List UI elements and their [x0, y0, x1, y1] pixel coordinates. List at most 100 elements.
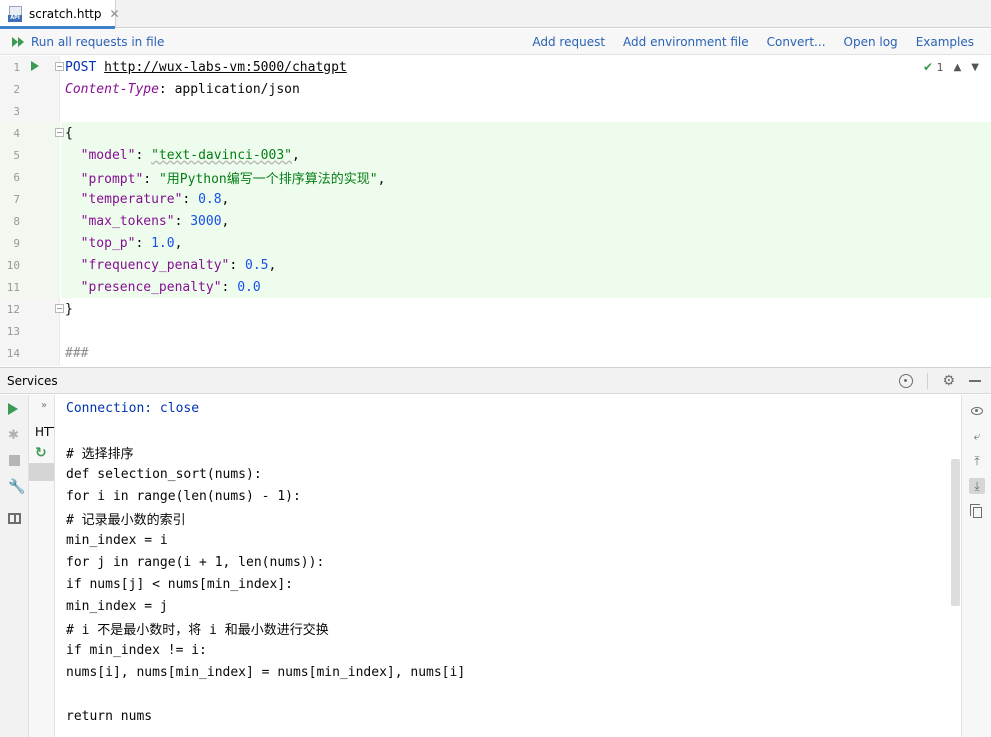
output-line: return nums — [66, 708, 153, 724]
output-line: Connection: close — [66, 400, 200, 416]
view-options-button[interactable] — [969, 403, 985, 419]
run-button[interactable] — [8, 403, 22, 417]
json-key: "frequency_penalty" — [80, 257, 230, 273]
toolbar-actions: Add request Add environment file Convert… — [532, 35, 991, 49]
code-line: 6 "prompt": "用Python编写一个排序算法的实现", — [0, 166, 991, 188]
open-brace: { — [65, 125, 73, 141]
line-number: 2 — [13, 82, 20, 96]
line-number: 14 — [6, 346, 20, 360]
layout-button[interactable] — [8, 513, 22, 527]
rerun-icon[interactable]: ↻ — [35, 445, 47, 461]
tree-item-http[interactable]: HTT — [35, 425, 54, 439]
json-key: "presence_penalty" — [80, 279, 222, 295]
line-number: 9 — [13, 236, 20, 250]
convert-link[interactable]: Convert... — [767, 35, 826, 49]
add-request-link[interactable]: Add request — [532, 35, 605, 49]
line-number: 6 — [13, 170, 20, 184]
copy-button[interactable] — [969, 503, 985, 520]
code-line: 3 — [0, 100, 991, 122]
json-key: "prompt" — [80, 171, 144, 187]
output-line: nums[i], nums[min_index] = nums[min_inde… — [66, 664, 466, 680]
code-line: 11 "presence_penalty": 0.0 — [0, 276, 991, 298]
json-value: 1.0 — [151, 235, 175, 251]
stop-button[interactable] — [8, 454, 22, 468]
output-line: for j in range(i + 1, len(nums)): — [66, 554, 325, 570]
divider — [927, 372, 929, 389]
output-line: for i in range(len(nums) - 1): — [66, 488, 301, 504]
json-value: 0.8 — [198, 191, 222, 207]
tab-scratch-http[interactable]: API scratch.http ✕ — [0, 0, 120, 29]
json-value: "用Python编写一个排序算法的实现" — [158, 171, 378, 187]
scroll-to-top-button[interactable]: ⤒ — [969, 453, 985, 469]
code-line: 10 "frequency_penalty": 0.5, — [0, 254, 991, 276]
gear-icon[interactable]: ⚙ — [942, 374, 955, 388]
json-key: "model" — [80, 147, 136, 163]
response-output[interactable]: Connection: close # 选择排序 def selection_s… — [55, 395, 961, 737]
line-number: 4 — [13, 126, 20, 140]
output-line: # 记录最小数的索引 — [66, 512, 186, 528]
inspection-count: 1 — [936, 61, 944, 74]
json-key: "max_tokens" — [80, 213, 175, 229]
inspection-widget[interactable]: ✔ 1 ▲ ▼ — [923, 60, 979, 74]
wrap-icon: ⤶ — [973, 428, 981, 443]
fold-icon[interactable] — [55, 128, 64, 137]
add-environment-file-link[interactable]: Add environment file — [623, 35, 749, 49]
request-method: POST — [65, 59, 97, 75]
tree-selection[interactable] — [29, 463, 54, 481]
services-panel-header: Services ⚙ — [0, 367, 991, 394]
code-editor[interactable]: 1 POST http://wux-labs-vm:5000/chatgpt 2… — [0, 56, 991, 366]
chevron-right-icon[interactable]: » — [41, 400, 47, 411]
scroll-to-end-button[interactable]: ⤓ — [969, 478, 985, 494]
request-url[interactable]: http://wux-labs-vm:5000/chatgpt — [104, 60, 347, 75]
wrench-icon[interactable]: 🔧 — [8, 479, 25, 495]
json-value: 0.5 — [245, 257, 269, 273]
run-request-icon[interactable] — [31, 61, 39, 71]
json-value: "text-davinci-003" — [151, 147, 292, 163]
output-line: def selection_sort(nums): — [66, 466, 262, 482]
code-line: 8 "max_tokens": 3000, — [0, 210, 991, 232]
code-line: 5 "model": "text-davinci-003", — [0, 144, 991, 166]
run-all-icon — [12, 36, 26, 48]
output-line: # i 不是最小数时，将 i 和最小数进行交换 — [66, 622, 329, 638]
soft-wrap-button[interactable]: ⤶ — [969, 428, 985, 444]
run-all-label: Run all requests in file — [31, 34, 165, 49]
copy-icon — [969, 503, 982, 518]
output-line: # 选择排序 — [66, 446, 134, 462]
services-tree: » HTT ↻ — [29, 395, 55, 737]
examples-link[interactable]: Examples — [916, 35, 974, 49]
debug-icon[interactable]: ✱ — [8, 428, 22, 443]
output-line: min_index = j — [66, 598, 168, 614]
code-line: 7 "temperature": 0.8, — [0, 188, 991, 210]
run-all-requests-button[interactable]: Run all requests in file — [12, 35, 164, 49]
scroll-end-icon: ⤓ — [974, 478, 980, 493]
line-number: 8 — [13, 214, 20, 228]
close-icon[interactable]: ✕ — [110, 7, 120, 21]
play-icon — [8, 403, 18, 415]
layout-icon — [8, 513, 21, 524]
chevron-up-icon[interactable]: ▲ — [954, 62, 962, 73]
line-number: 11 — [6, 280, 20, 294]
fold-icon[interactable] — [55, 62, 64, 71]
output-scrollbar[interactable] — [951, 459, 960, 606]
output-line: min_index = i — [66, 532, 168, 548]
minimize-icon[interactable] — [969, 379, 981, 382]
json-value: 0.0 — [237, 279, 261, 295]
open-log-link[interactable]: Open log — [844, 35, 898, 49]
code-line: 9 "top_p": 1.0, — [0, 232, 991, 254]
api-file-icon: API — [8, 6, 24, 22]
line-number: 7 — [13, 192, 20, 206]
chevron-down-icon[interactable]: ▼ — [971, 62, 979, 73]
header-value: application/json — [174, 81, 300, 97]
scroll-top-icon: ⤒ — [974, 453, 980, 468]
code-line: 4 { — [0, 122, 991, 144]
line-number: 12 — [6, 302, 20, 316]
fold-icon[interactable] — [55, 304, 64, 313]
header-name: Content-Type — [65, 81, 159, 97]
crosshair-icon[interactable] — [899, 373, 914, 388]
check-icon: ✔ — [923, 60, 934, 74]
line-number: 1 — [13, 60, 20, 74]
editor-tab-bar: API scratch.http ✕ — [0, 0, 991, 29]
code-line: 14 ### — [0, 342, 991, 364]
json-key: "temperature" — [80, 191, 183, 207]
services-side-toolbar: ✱ 🔧 — [0, 395, 29, 737]
